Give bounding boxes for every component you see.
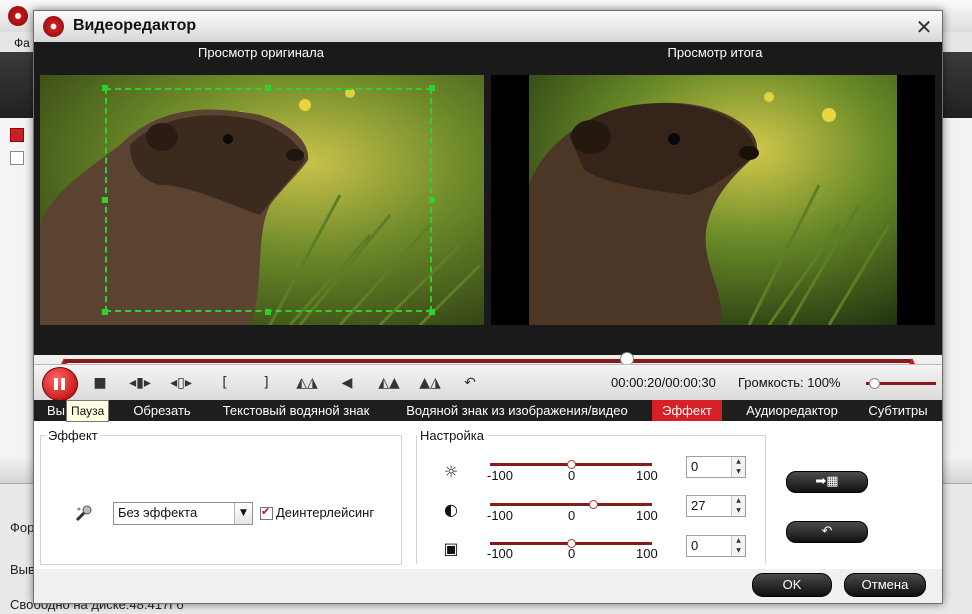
background-format-label: Фор: [10, 520, 35, 535]
output-preview-label: Просмотр итога: [667, 45, 763, 60]
background-checkbox[interactable]: [10, 128, 24, 142]
crop-handle[interactable]: [102, 309, 108, 315]
spin-arrows-icon[interactable]: ▲ ▼: [731, 536, 745, 556]
crop-handle[interactable]: [102, 197, 108, 203]
cancel-button[interactable]: Отмена: [844, 573, 926, 597]
background-checkbox[interactable]: [10, 151, 24, 165]
background-menu[interactable]: Фа: [14, 36, 30, 50]
seek-track[interactable]: [64, 359, 912, 363]
ok-button[interactable]: OK: [752, 573, 832, 597]
volume-value: 100%: [807, 375, 841, 390]
flip-horizontal-icon[interactable]: ◭◮: [296, 373, 318, 393]
effect-panel: Эффект Без эффекта ▼ Деинтерлейсинг Наст…: [34, 421, 942, 569]
video-editor-dialog: Видеоредактор ✕ Просмотр оригинала Просм…: [33, 10, 943, 604]
crop-selection-rectangle[interactable]: [105, 88, 432, 312]
flip-vertical-icon[interactable]: ◭▲: [378, 373, 400, 393]
brightness-value: 0: [691, 459, 699, 474]
dialog-titlebar[interactable]: Видеоредактор ✕: [34, 11, 942, 43]
contrast-max-label: 100: [636, 508, 658, 523]
original-preview-label: Просмотр оригинала: [198, 45, 324, 60]
brightness-max-label: 100: [636, 468, 658, 483]
saturation-min-label: -100: [487, 546, 514, 561]
effect-group: Эффект Без эффекта ▼ Деинтерлейсинг: [40, 428, 402, 565]
contrast-mid-label: 0: [568, 508, 576, 523]
stop-icon[interactable]: ■: [89, 373, 111, 393]
apply-to-all-icon: ➡▦: [815, 474, 839, 489]
dialog-footer: OK Отмена: [34, 569, 942, 603]
mark-out-icon[interactable]: ]: [255, 373, 277, 393]
editor-tabs: Вы Обрезать Текстовый водяной знак Водян…: [34, 400, 942, 421]
app-logo-icon: [43, 16, 64, 37]
trim-start-icon[interactable]: ◂▮▸: [129, 373, 151, 393]
crop-handle[interactable]: [265, 85, 271, 91]
crop-handle[interactable]: [265, 309, 271, 315]
tab-text-watermark[interactable]: Текстовый водяной знак: [212, 400, 380, 421]
apply-to-all-button[interactable]: ➡▦: [786, 471, 868, 493]
volume-label: Громкость: 100%: [738, 375, 840, 390]
original-preview[interactable]: [40, 75, 484, 325]
pause-tooltip: Пауза: [66, 400, 110, 422]
app-logo-icon: [8, 6, 28, 26]
chevron-down-icon[interactable]: ▼: [234, 503, 252, 524]
brightness-min-label: -100: [487, 468, 514, 483]
contrast-icon: ◐: [444, 500, 458, 519]
saturation-mid-label: 0: [568, 546, 576, 561]
crop-handle[interactable]: [429, 197, 435, 203]
tab-image-watermark[interactable]: Водяной знак из изображения/видео: [394, 400, 640, 421]
marmot-photo-output: [529, 75, 897, 325]
crop-handle[interactable]: [429, 309, 435, 315]
close-button[interactable]: ✕: [914, 17, 934, 37]
contrast-value: 27: [691, 498, 706, 513]
tab-audio-editor[interactable]: Аудиоредактор: [734, 400, 850, 421]
saturation-icon: ▣: [443, 539, 459, 558]
background-file-list: [0, 118, 35, 458]
brightness-icon: ☼: [443, 462, 459, 481]
preview-area: Просмотр оригинала Просмотр итога: [34, 42, 942, 366]
brightness-mid-label: 0: [568, 468, 576, 483]
output-preview: [491, 75, 935, 325]
effect-select[interactable]: Без эффекта ▼: [113, 502, 253, 525]
rotate-left-icon[interactable]: ◀: [336, 373, 358, 393]
brightness-spinbox[interactable]: 0 ▲ ▼: [686, 456, 746, 478]
settings-group-title: Настройка: [417, 428, 487, 443]
deinterlace-label: Деинтерлейсинг: [276, 505, 375, 520]
saturation-max-label: 100: [636, 546, 658, 561]
spin-arrows-icon[interactable]: ▲ ▼: [731, 457, 745, 477]
saturation-value: 0: [691, 538, 699, 553]
volume-knob[interactable]: [869, 378, 880, 389]
pause-button[interactable]: [42, 367, 78, 401]
timecode: 00:00:20/00:00:30: [611, 375, 716, 390]
trim-end-icon[interactable]: ◂▯▸: [170, 373, 192, 393]
rotate-right-icon[interactable]: ▲◮: [419, 373, 441, 393]
crop-handle[interactable]: [102, 85, 108, 91]
contrast-min-label: -100: [487, 508, 514, 523]
background-output-label: Выв: [10, 562, 35, 577]
magic-wand-icon: [75, 505, 92, 522]
contrast-knob[interactable]: [588, 500, 598, 509]
dialog-title: Видеоредактор: [73, 17, 197, 34]
effect-select-value: Без эффекта: [118, 505, 198, 520]
reset-icon: ↶: [821, 524, 833, 539]
spin-arrows-icon[interactable]: ▲ ▼: [731, 496, 745, 516]
volume-label-text: Громкость:: [738, 375, 804, 390]
undo-icon[interactable]: ↶: [459, 373, 481, 393]
tab-crop[interactable]: Обрезать: [124, 400, 200, 421]
contrast-spinbox[interactable]: 27 ▲ ▼: [686, 495, 746, 517]
mark-in-icon[interactable]: [: [214, 373, 236, 393]
deinterlace-checkbox[interactable]: [260, 505, 273, 520]
tab-effect[interactable]: Эффект: [652, 400, 722, 421]
playback-controls: ■ ◂▮▸ ◂▯▸ [ ] ◭◮ ◀ ◭▲ ▲◮ ↶ 00:00:20/00:0…: [34, 364, 942, 401]
saturation-spinbox[interactable]: 0 ▲ ▼: [686, 535, 746, 557]
effect-group-title: Эффект: [45, 428, 101, 443]
contrast-slider[interactable]: [490, 503, 652, 506]
tab-subtitles[interactable]: Субтитры: [860, 400, 936, 421]
background-side-panel: [940, 118, 972, 478]
crop-handle[interactable]: [429, 85, 435, 91]
reset-button[interactable]: ↶: [786, 521, 868, 543]
